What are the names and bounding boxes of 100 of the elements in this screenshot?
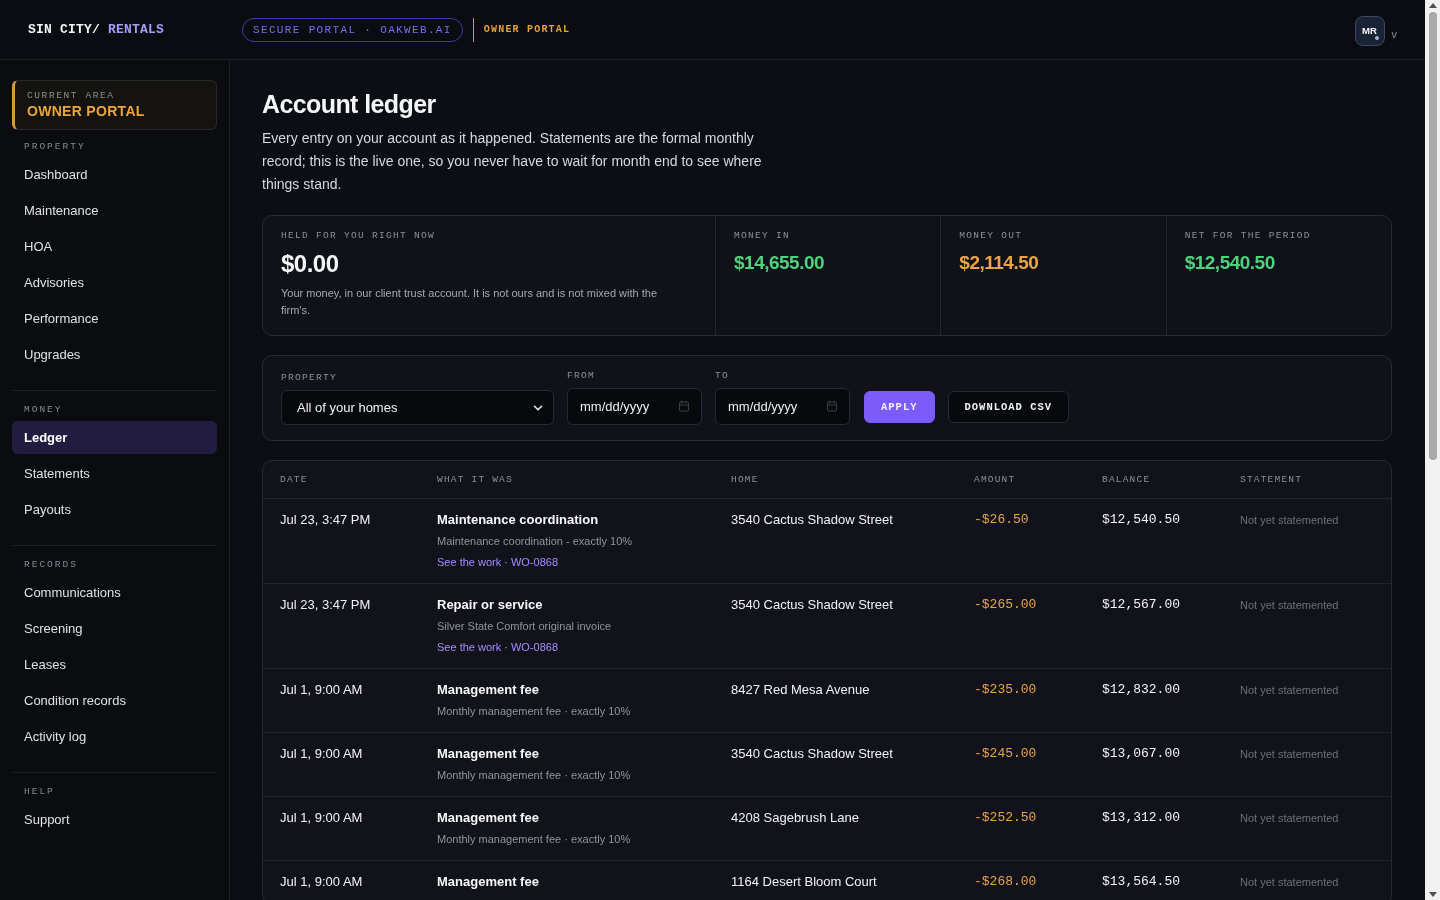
- nav-item[interactable]: Communications: [12, 576, 217, 609]
- nav-item[interactable]: Advisories: [12, 266, 217, 299]
- download-csv-button[interactable]: DOWNLOAD CSV: [947, 391, 1070, 423]
- entry-detail: Maintenance coordination - exactly 10%: [437, 534, 633, 549]
- scroll-down-icon[interactable]: [1428, 892, 1437, 897]
- nav-section-title: PROPERTY: [23, 141, 87, 153]
- entry-title: Management fee: [437, 745, 539, 763]
- scrollbar[interactable]: [1425, 0, 1440, 900]
- summary-label: MONEY IN: [734, 230, 791, 242]
- work-order-link[interactable]: See the work · WO-0868: [437, 639, 559, 656]
- running-balance: $12,540.50: [1102, 511, 1180, 529]
- entry-detail: Monthly management fee · exactly 10%: [437, 704, 631, 719]
- nav-item[interactable]: Maintenance: [12, 194, 217, 227]
- home-address: 3540 Cactus Shadow Street: [731, 745, 893, 763]
- nav-item[interactable]: Upgrades: [12, 338, 217, 371]
- calendar-icon[interactable]: [678, 400, 690, 412]
- column-header: STATEMENT: [1240, 474, 1304, 485]
- nav-item[interactable]: Activity log: [12, 720, 217, 753]
- column-header: AMOUNT: [974, 474, 1017, 485]
- entry-date: Jul 1, 9:00 AM: [280, 745, 363, 763]
- nav-item[interactable]: Performance: [12, 302, 217, 335]
- nav-item[interactable]: Payouts: [12, 493, 217, 526]
- filter-label: FROM: [567, 370, 596, 382]
- column-header: WHAT IT WAS: [437, 474, 514, 485]
- entry-date: Jul 1, 9:00 AM: [280, 809, 363, 827]
- entry-title: Maintenance coordination: [437, 511, 599, 529]
- home-address: 3540 Cactus Shadow Street: [731, 511, 893, 529]
- statement-status: Not yet statemented: [1240, 598, 1339, 613]
- nav-section-title: MONEY: [23, 404, 64, 416]
- running-balance: $12,832.00: [1102, 681, 1180, 699]
- summary-amount: $12,540.50: [1184, 251, 1276, 275]
- property-select[interactable]: All of your homes: [281, 390, 554, 425]
- current-area-label: CURRENT AREA: [27, 89, 116, 102]
- entry-amount: -$245.00: [974, 745, 1037, 763]
- area-label: OWNER PORTAL: [483, 24, 571, 35]
- entry-date: Jul 23, 3:47 PM: [280, 511, 371, 529]
- nav-item[interactable]: Condition records: [12, 684, 217, 717]
- entry-detail: Silver State Comfort original invoice: [437, 619, 612, 634]
- filter-label: TO: [715, 370, 730, 382]
- statement-status: Not yet statemented: [1240, 683, 1339, 698]
- logo[interactable]: SIN CITY/ RENTALS: [28, 22, 165, 37]
- nav-item[interactable]: Ledger: [12, 421, 217, 454]
- apply-button[interactable]: APPLY: [864, 391, 935, 423]
- running-balance: $13,067.00: [1102, 745, 1180, 763]
- nav-item[interactable]: Dashboard: [12, 158, 217, 191]
- filter-label: PROPERTY: [281, 372, 338, 384]
- entry-date: Jul 23, 3:47 PM: [280, 596, 371, 614]
- user-avatar[interactable]: MR: [1354, 15, 1385, 46]
- nav-item[interactable]: Support: [12, 803, 217, 836]
- entry-title: Repair or service: [437, 596, 543, 614]
- statement-status: Not yet statemented: [1240, 513, 1339, 528]
- entry-amount: -$268.00: [974, 873, 1037, 891]
- entry-detail: Monthly management fee · exactly 10%: [437, 768, 631, 783]
- statement-status: Not yet statemented: [1240, 811, 1339, 826]
- nav-section-title: HELP: [23, 786, 56, 798]
- running-balance: $12,567.00: [1102, 596, 1180, 614]
- status-dot-icon: [1374, 35, 1379, 40]
- work-order-link[interactable]: See the work · WO-0868: [437, 554, 559, 571]
- column-header: DATE: [280, 474, 309, 485]
- summary-label: HELD FOR YOU RIGHT NOW: [281, 230, 437, 242]
- summary-note: Your money, in our client trust account. It is not ours and is not mixed with the firm's.: [281, 286, 659, 318]
- entry-title: Management fee: [437, 873, 539, 891]
- entry-amount: -$235.00: [974, 681, 1037, 699]
- entry-title: Management fee: [437, 809, 539, 827]
- column-header: HOME: [731, 474, 760, 485]
- date-input[interactable]: mm/dd/yyyy: [567, 388, 702, 425]
- entry-title: Management fee: [437, 681, 539, 699]
- running-balance: $13,564.50: [1102, 873, 1180, 891]
- calendar-icon[interactable]: [826, 400, 838, 412]
- nav-item[interactable]: Leases: [12, 648, 217, 681]
- page-description: Every entry on your account as it happened. Statements are the formal monthly record; this is the live one, so you never have to wait for month end to see where things stand.: [262, 129, 763, 194]
- nav-item[interactable]: Screening: [12, 612, 217, 645]
- nav-item[interactable]: HOA: [12, 230, 217, 263]
- caret-icon[interactable]: v: [1391, 28, 1397, 40]
- entry-amount: -$265.00: [974, 596, 1037, 614]
- summary-amount: $0.00: [281, 250, 340, 278]
- running-balance: $13,312.00: [1102, 809, 1180, 827]
- summary-amount: $2,114.50: [959, 251, 1040, 275]
- entry-amount: -$26.50: [974, 511, 1029, 529]
- nav-item[interactable]: Statements: [12, 457, 217, 490]
- entry-date: Jul 1, 9:00 AM: [280, 873, 363, 891]
- current-area-name: OWNER PORTAL: [27, 102, 146, 121]
- summary-amount: $14,655.00: [734, 251, 826, 275]
- home-address: 3540 Cactus Shadow Street: [731, 596, 893, 614]
- page-title: Account ledger: [262, 90, 437, 118]
- column-header: BALANCE: [1102, 474, 1152, 485]
- home-address: 8427 Red Mesa Avenue: [731, 681, 870, 699]
- statement-status: Not yet statemented: [1240, 747, 1339, 762]
- nav-section-title: RECORDS: [23, 559, 79, 571]
- summary-label: NET FOR THE PERIOD: [1184, 230, 1312, 242]
- entry-amount: -$252.50: [974, 809, 1037, 827]
- statement-status: Not yet statemented: [1240, 875, 1339, 890]
- scroll-up-icon[interactable]: [1428, 3, 1437, 8]
- summary-label: MONEY OUT: [959, 230, 1024, 242]
- scrollbar-thumb[interactable]: [1428, 12, 1437, 460]
- date-input[interactable]: mm/dd/yyyy: [715, 388, 850, 425]
- entry-detail: Monthly management fee · exactly 10%: [437, 832, 631, 847]
- home-address: 4208 Sagebrush Lane: [731, 809, 859, 827]
- home-address: 1164 Desert Bloom Court: [731, 873, 877, 891]
- entry-date: Jul 1, 9:00 AM: [280, 681, 363, 699]
